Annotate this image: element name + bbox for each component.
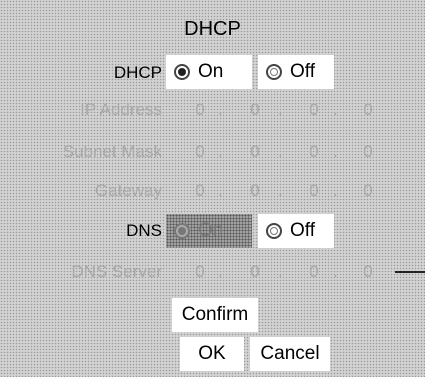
octet-separator: . — [218, 100, 223, 119]
dns-off-label: Off — [290, 220, 315, 241]
octet-separator: . — [333, 142, 338, 161]
gateway-label: Gateway — [94, 181, 162, 200]
octet-separator: . — [278, 100, 283, 119]
gateway-octet-2[interactable]: 0 — [248, 181, 262, 201]
octet-separator: . — [218, 142, 223, 161]
subnet-mask-label: Subnet Mask — [62, 142, 162, 161]
radio-selected-icon — [174, 223, 190, 239]
dhcp-on-label: On — [198, 61, 224, 82]
dns-on-label: On — [198, 220, 224, 241]
dns-server-octet-1[interactable]: 0 — [193, 262, 207, 282]
subnet-mask-octet-1[interactable]: 0 — [193, 142, 207, 162]
dns-on-option[interactable]: On — [166, 214, 252, 248]
confirm-button[interactable]: Confirm — [172, 298, 258, 332]
octet-separator: . — [218, 262, 223, 281]
octet-separator: . — [333, 100, 338, 119]
ip-address-octet-1[interactable]: 0 — [193, 100, 207, 120]
ip-address-octet-4[interactable]: 0 — [361, 100, 375, 120]
dns-server-label: DNS Server — [71, 262, 162, 281]
radio-unselected-icon — [266, 223, 282, 239]
gateway-octet-4[interactable]: 0 — [361, 181, 375, 201]
dhcp-off-option[interactable]: Off — [258, 55, 334, 89]
dns-label: DNS — [126, 221, 162, 240]
octet-separator: . — [333, 181, 338, 200]
dhcp-off-label: Off — [290, 61, 315, 82]
cancel-button[interactable]: Cancel — [250, 337, 330, 371]
dns-server-octet-3[interactable]: 0 — [307, 262, 321, 282]
ip-address-octet-2[interactable]: 0 — [248, 100, 262, 120]
dns-server-octet-4[interactable]: 0 — [361, 262, 375, 282]
octet-separator: . — [278, 181, 283, 200]
dns-off-option[interactable]: Off — [258, 214, 334, 248]
gateway-octet-3[interactable]: 0 — [307, 181, 321, 201]
ip-address-label: IP Address — [80, 100, 162, 119]
radio-unselected-icon — [266, 64, 282, 80]
subnet-mask-octet-2[interactable]: 0 — [248, 142, 262, 162]
dialog-title: DHCP — [184, 18, 241, 40]
radio-selected-icon — [174, 64, 190, 80]
ok-button[interactable]: OK — [180, 337, 244, 371]
dns-server-octet-2[interactable]: 0 — [248, 262, 262, 282]
subnet-mask-octet-4[interactable]: 0 — [361, 142, 375, 162]
octet-separator: . — [278, 262, 283, 281]
octet-separator: . — [218, 181, 223, 200]
ip-address-octet-3[interactable]: 0 — [307, 100, 321, 120]
gateway-octet-1[interactable]: 0 — [193, 181, 207, 201]
dhcp-label: DHCP — [113, 63, 162, 82]
octet-separator: . — [278, 142, 283, 161]
dhcp-on-option[interactable]: On — [166, 55, 252, 89]
callout-line — [395, 271, 425, 273]
octet-separator: . — [333, 262, 338, 281]
subnet-mask-octet-3[interactable]: 0 — [307, 142, 321, 162]
